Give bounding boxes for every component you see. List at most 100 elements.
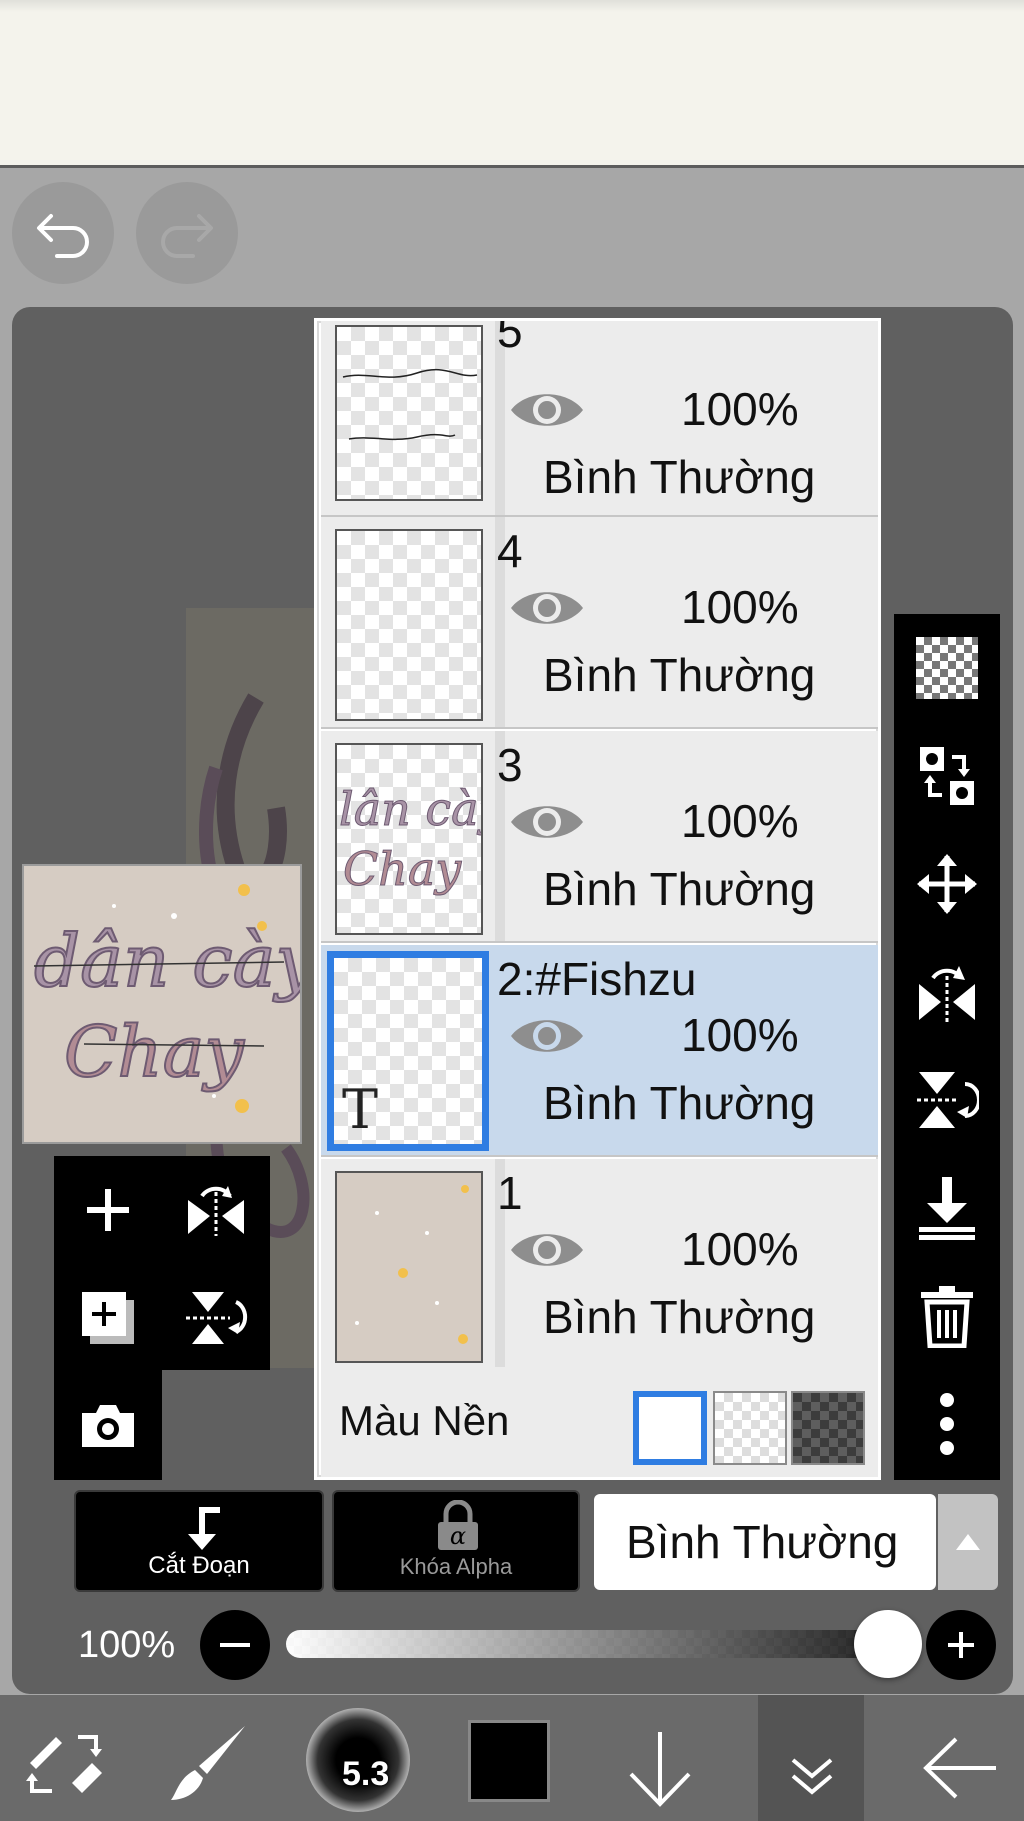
redo-icon: [161, 214, 213, 258]
layer-thumbnail: [335, 325, 483, 501]
more-options-button[interactable]: [911, 1388, 983, 1460]
scroll-down-button[interactable]: [610, 1718, 710, 1818]
opacity-increase-button[interactable]: [926, 1610, 996, 1680]
add-copy-layer-button[interactable]: [72, 1282, 144, 1354]
layer-blend-mode: Bình Thường: [543, 1077, 816, 1129]
layers-panel-toggle-button[interactable]: [762, 1726, 862, 1821]
layer-opacity: 100%: [681, 795, 799, 847]
visibility-eye-icon[interactable]: [507, 385, 587, 435]
flip-vertical-icon: [186, 1292, 248, 1344]
brush-tool-button[interactable]: [160, 1713, 260, 1813]
layer-row[interactable]: 4 100% Bình Thường: [321, 517, 878, 729]
clipping-arrow-icon: [188, 1507, 220, 1550]
layer-panel: 5 100% Bình Thường 4 100% Bình Thường lâ…: [314, 318, 881, 1480]
flip-horizontal-icon: [919, 966, 975, 1022]
layer-name: 4: [497, 525, 523, 577]
layer-name: 2:#Fishzu: [497, 953, 697, 1005]
blend-mode-value: Bình Thường: [626, 1516, 899, 1568]
plus-icon: [87, 1189, 129, 1231]
text-layer-glyph: T: [342, 1078, 379, 1141]
background-color-row: Màu Nền: [321, 1367, 878, 1477]
undo-icon: [37, 214, 89, 258]
layer-thumbnail: [335, 1171, 483, 1363]
arrow-down-icon: [629, 1732, 691, 1807]
layer-thumbnail: T: [327, 951, 489, 1151]
transparency-button[interactable]: [911, 632, 983, 704]
layer-row[interactable]: 1 100% Bình Thường: [321, 1159, 878, 1371]
plus-icon: [948, 1632, 974, 1658]
camera-icon: [82, 1405, 134, 1447]
layer-opacity: 100%: [681, 383, 799, 435]
checker-icon: [916, 637, 978, 699]
back-button[interactable]: [910, 1718, 1010, 1818]
layer-blend-mode: Bình Thường: [543, 451, 816, 503]
more-vertical-icon: [940, 1393, 954, 1455]
layer-name: 1: [497, 1167, 523, 1219]
layer-name: 5: [497, 318, 523, 357]
undo-button[interactable]: [12, 182, 114, 284]
arrow-left-icon: [923, 1737, 996, 1799]
flip-vertical-icon: [917, 1072, 979, 1128]
minus-icon: [220, 1643, 250, 1647]
visibility-eye-icon[interactable]: [507, 1225, 587, 1275]
alpha-lock-button[interactable]: α Khóa Alpha: [332, 1490, 580, 1592]
layer-opacity: 100%: [681, 1009, 799, 1061]
opacity-slider-track[interactable]: [286, 1630, 888, 1658]
layer-row[interactable]: lân cày Chay 3 100% Bình Thường: [321, 731, 878, 943]
layer-row[interactable]: 5 100% Bình Thường: [321, 318, 878, 517]
layer-blend-mode: Bình Thường: [543, 649, 816, 701]
visibility-eye-icon[interactable]: [507, 583, 587, 633]
svg-text:dân cày: dân cày: [34, 919, 302, 1003]
trash-icon: [921, 1286, 973, 1348]
canvas-preview[interactable]: dân cày Chay: [22, 864, 302, 1144]
lock-icon: α: [438, 1500, 478, 1550]
brush-icon: [171, 1726, 245, 1800]
alpha-lock-label: Khóa Alpha: [399, 1554, 513, 1579]
opacity-slider-thumb[interactable]: [854, 1610, 922, 1678]
color-swatch-button[interactable]: [468, 1720, 550, 1802]
merge-down-button[interactable]: [911, 1172, 983, 1244]
camera-button[interactable]: [72, 1390, 144, 1462]
add-layer-button[interactable]: [72, 1174, 144, 1246]
svg-text:α: α: [450, 1522, 466, 1550]
redo-button[interactable]: [136, 182, 238, 284]
layer-opacity: 100%: [681, 581, 799, 633]
opacity-value-label: 100%: [78, 1624, 176, 1666]
triangle-up-icon: [956, 1534, 980, 1550]
background-dark-swatch[interactable]: [791, 1391, 865, 1465]
flip-horizontal-icon: [188, 1186, 244, 1236]
visibility-eye-icon[interactable]: [507, 797, 587, 847]
swap-layer-button[interactable]: [911, 740, 983, 812]
flip-vertical-button[interactable]: [911, 1064, 983, 1136]
top-strip: [0, 0, 1024, 168]
layer-thumbnail: [335, 529, 483, 721]
layer-name: 3: [497, 739, 523, 791]
background-transparent-swatch[interactable]: [713, 1391, 787, 1465]
flip-horizontal-button[interactable]: [911, 956, 983, 1028]
clipping-button[interactable]: Cắt Đoạn: [74, 1490, 324, 1592]
layer-thumbnail: lân cày Chay: [335, 743, 483, 935]
layer-opacity: 100%: [681, 1223, 799, 1275]
merge-down-icon: [919, 1177, 975, 1240]
flip-layer-vertical-button[interactable]: [180, 1282, 252, 1354]
brush-size-value: 5.3: [342, 1755, 390, 1793]
svg-text:Chay: Chay: [64, 1011, 245, 1093]
move-icon: [917, 854, 977, 914]
opacity-decrease-button[interactable]: [200, 1610, 270, 1680]
flip-layer-horizontal-button[interactable]: [180, 1174, 252, 1246]
layer-blend-mode: Bình Thường: [543, 1291, 816, 1343]
add-copy-icon: [82, 1292, 134, 1344]
visibility-eye-icon[interactable]: [507, 1011, 587, 1061]
svg-text:Chay: Chay: [343, 842, 462, 896]
tool-switch-button[interactable]: [14, 1713, 114, 1813]
background-white-swatch[interactable]: [633, 1391, 707, 1465]
clipping-label: Cắt Đoạn: [148, 1552, 250, 1579]
move-button[interactable]: [911, 848, 983, 920]
background-color-label: Màu Nền: [339, 1397, 510, 1444]
layer-row-selected[interactable]: T 2:#Fishzu 100% Bình Thường: [321, 945, 878, 1157]
delete-layer-button[interactable]: [911, 1280, 983, 1352]
blend-mode-select[interactable]: Bình Thường: [594, 1494, 936, 1590]
swap-icon: [920, 747, 974, 805]
blend-mode-dropdown-button[interactable]: [938, 1494, 998, 1590]
double-chevron-down-icon: [791, 1758, 833, 1795]
